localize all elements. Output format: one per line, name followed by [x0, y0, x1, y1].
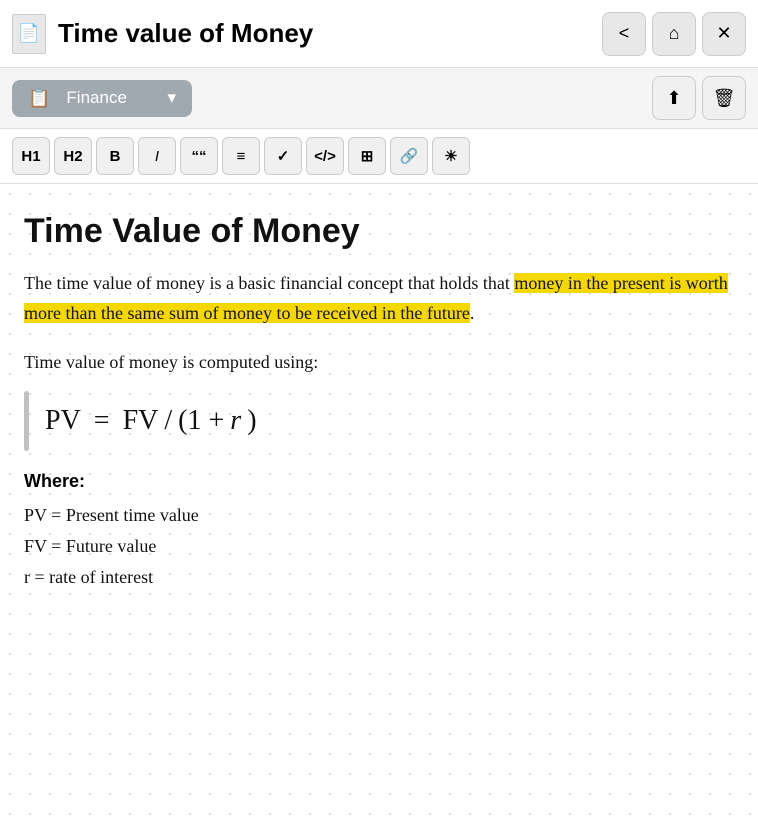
doc-icon: 📄: [12, 14, 46, 54]
check-button[interactable]: ✓: [264, 137, 302, 175]
title-bar: 📄 Time value of Money < ⌂ ✕: [0, 0, 758, 68]
category-icon: 📋: [28, 88, 50, 109]
article-body: The time value of money is a basic finan…: [24, 269, 734, 328]
blockquote-bar: [24, 391, 29, 451]
body-text-after: .: [470, 303, 475, 323]
formula-lparen: (1 +: [178, 405, 224, 437]
where-fv: FV = Future value: [24, 531, 734, 562]
title-bar-controls: < ⌂ ✕: [602, 12, 746, 56]
where-title: Where:: [24, 471, 734, 492]
list-button[interactable]: ≡: [222, 137, 260, 175]
code-button[interactable]: </>: [306, 137, 344, 175]
page-title: Time value of Money: [58, 18, 313, 49]
category-label: Finance: [66, 88, 159, 108]
content-area: Time Value of Money The time value of mo…: [0, 184, 758, 828]
back-button[interactable]: <: [602, 12, 646, 56]
h2-button[interactable]: H2: [54, 137, 92, 175]
home-button[interactable]: ⌂: [652, 12, 696, 56]
table-button[interactable]: ⊞: [348, 137, 386, 175]
close-button[interactable]: ✕: [702, 12, 746, 56]
formula-display: PV = FV / (1 + r): [45, 405, 257, 437]
format-toolbar: H1 H2 B I ““ ≡ ✓ </> ⊞ 🔗 ☀: [0, 129, 758, 184]
where-pv: PV = Present time value: [24, 500, 734, 531]
formula-r: r: [230, 405, 241, 437]
toolbar-actions: ⬆ 🗑: [652, 76, 746, 120]
computed-label: Time value of money is computed using:: [24, 352, 734, 373]
body-text-before: The time value of money is a basic finan…: [24, 273, 514, 293]
dropdown-arrow-icon: ▾: [167, 88, 176, 108]
bulb-button[interactable]: ☀: [432, 137, 470, 175]
italic-button[interactable]: I: [138, 137, 176, 175]
formula-slash: /: [164, 405, 172, 437]
where-section: Where: PV = Present time value FV = Futu…: [24, 471, 734, 592]
quote-button[interactable]: ““: [180, 137, 218, 175]
content-inner: Time Value of Money The time value of mo…: [24, 212, 734, 592]
h1-button[interactable]: H1: [12, 137, 50, 175]
category-dropdown[interactable]: 📋 Finance ▾: [12, 80, 192, 117]
bold-button[interactable]: B: [96, 137, 134, 175]
upload-button[interactable]: ⬆: [652, 76, 696, 120]
formula-equals: =: [87, 405, 117, 437]
link-button[interactable]: 🔗: [390, 137, 428, 175]
delete-button[interactable]: 🗑: [702, 76, 746, 120]
where-r: r = rate of interest: [24, 562, 734, 593]
title-bar-left: 📄 Time value of Money: [12, 14, 313, 54]
article-title: Time Value of Money: [24, 212, 734, 251]
formula-pv: PV: [45, 405, 81, 437]
toolbar-row: 📋 Finance ▾ ⬆ 🗑: [0, 68, 758, 129]
formula-rparen: ): [247, 405, 256, 437]
formula-fv: FV: [123, 405, 159, 437]
formula-block: PV = FV / (1 + r): [24, 391, 734, 451]
